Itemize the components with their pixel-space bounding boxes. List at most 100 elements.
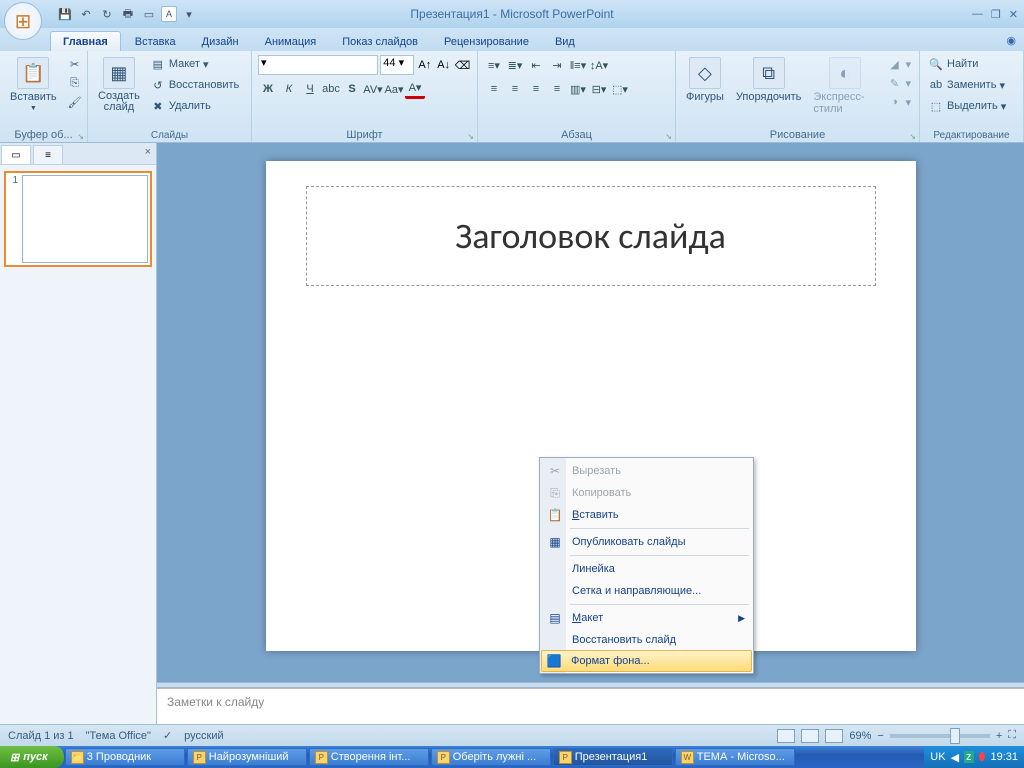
office-button[interactable] xyxy=(4,2,42,40)
indent-dec-button[interactable]: ⇤ xyxy=(526,55,546,75)
align-text-button[interactable]: ⊟▾ xyxy=(589,79,609,99)
title-placeholder[interactable]: Заголовок слайда xyxy=(306,186,876,286)
shape-fill-button[interactable]: ◢▾ xyxy=(884,55,913,73)
slides-tab[interactable]: ▭ xyxy=(1,145,31,164)
menu-ruler[interactable]: Линейка xyxy=(542,558,751,580)
qat-a-icon[interactable]: A xyxy=(161,6,177,22)
indent-inc-button[interactable]: ⇥ xyxy=(547,55,567,75)
reset-button[interactable]: ↺Восстановить xyxy=(148,76,241,94)
slide-thumbnail-1[interactable]: 1 xyxy=(4,171,152,267)
taskbar-item-1[interactable]: PНайрозумніший xyxy=(187,748,307,766)
tab-insert[interactable]: Вставка xyxy=(123,32,188,51)
slideshow-view-button[interactable] xyxy=(825,729,843,743)
font-size-combo[interactable]: 44 ▾ xyxy=(380,55,414,75)
menu-publish[interactable]: ▦Опубликовать слайды xyxy=(542,531,751,553)
shape-effects-button[interactable]: ◑▾ xyxy=(884,93,913,111)
new-slide-button[interactable]: ▦ Создать слайд xyxy=(94,55,144,115)
numbering-button[interactable]: ≣▾ xyxy=(505,55,525,75)
tab-review[interactable]: Рецензирование xyxy=(432,32,541,51)
find-button[interactable]: 🔍Найти xyxy=(926,55,1008,73)
shadow-button[interactable]: S xyxy=(342,79,362,99)
tab-view[interactable]: Вид xyxy=(543,32,587,51)
dialog-launcher-icon[interactable]: ↘ xyxy=(77,132,84,141)
smartart-button[interactable]: ⬚▾ xyxy=(610,79,630,99)
tray-time[interactable]: 19:31 xyxy=(990,751,1018,763)
taskbar-item-5[interactable]: WТЕМА - Microso... xyxy=(675,748,795,766)
maximize-button[interactable]: ❐ xyxy=(991,8,1001,21)
taskbar-item-4[interactable]: PПрезентация1 xyxy=(553,748,673,766)
tray-icon[interactable]: z xyxy=(964,751,974,763)
dialog-launcher-icon[interactable]: ↘ xyxy=(467,132,474,141)
columns-button[interactable]: ▥▾ xyxy=(568,79,588,99)
cut-button[interactable]: ✂ xyxy=(65,55,85,73)
menu-reset[interactable]: Восстановить слайд xyxy=(542,629,751,651)
quick-styles-button[interactable]: ◐Экспресс-стили xyxy=(809,55,880,117)
justify-button[interactable]: ≡ xyxy=(547,79,567,99)
shrink-font-button[interactable]: A↓ xyxy=(435,55,452,75)
zoom-in-button[interactable]: + xyxy=(996,730,1002,742)
tray-icon[interactable]: ◀ xyxy=(951,751,959,764)
print-icon[interactable]: 🖶 xyxy=(119,5,137,23)
status-lang[interactable]: русский xyxy=(184,730,223,742)
bold-button[interactable]: Ж xyxy=(258,79,278,99)
taskbar-item-0[interactable]: 📁3 Проводник xyxy=(65,748,185,766)
case-button[interactable]: Aa▾ xyxy=(384,79,404,99)
align-center-button[interactable]: ≡ xyxy=(505,79,525,99)
undo-icon[interactable]: ↶ xyxy=(77,5,95,23)
tab-home[interactable]: Главная xyxy=(50,31,121,51)
tab-animation[interactable]: Анимация xyxy=(253,32,329,51)
shape-outline-button[interactable]: ✎▾ xyxy=(884,74,913,92)
zoom-level[interactable]: 69% xyxy=(849,730,871,742)
zoom-slider[interactable] xyxy=(890,734,990,738)
dialog-launcher-icon[interactable]: ↘ xyxy=(665,132,672,141)
grow-font-button[interactable]: A↑ xyxy=(416,55,433,75)
select-button[interactable]: ⬚Выделить ▾ xyxy=(926,97,1008,115)
fit-button[interactable]: ⛶ xyxy=(1008,729,1016,742)
help-icon[interactable]: ◉ xyxy=(998,30,1024,51)
tray-lang[interactable]: UK xyxy=(930,751,945,763)
dialog-launcher-icon[interactable]: ↘ xyxy=(909,132,916,141)
delete-button[interactable]: ✖Удалить xyxy=(148,97,241,115)
menu-grid[interactable]: Сетка и направляющие... xyxy=(542,580,751,602)
font-name-combo[interactable]: ▾ xyxy=(258,55,378,75)
redo-icon[interactable]: ↻ xyxy=(98,5,116,23)
bullets-button[interactable]: ≡▾ xyxy=(484,55,504,75)
text-direction-button[interactable]: ↕A▾ xyxy=(589,55,609,75)
tab-design[interactable]: Дизайн xyxy=(190,32,251,51)
outline-tab[interactable]: ≡ xyxy=(33,145,63,164)
save-icon[interactable]: 💾 xyxy=(56,5,74,23)
clear-format-button[interactable]: ⌫ xyxy=(454,55,471,75)
zoom-out-button[interactable]: − xyxy=(877,730,883,742)
normal-view-button[interactable] xyxy=(777,729,795,743)
copy-button[interactable]: ⎘ xyxy=(65,74,85,92)
font-color-button[interactable]: A▾ xyxy=(405,79,425,99)
sorter-view-button[interactable] xyxy=(801,729,819,743)
notes-pane[interactable]: Заметки к слайду xyxy=(157,688,1024,724)
layout-button[interactable]: ▤Макет ▾ xyxy=(148,55,241,73)
menu-format-background[interactable]: 🟦Формат фона... xyxy=(541,650,752,672)
underline-button[interactable]: Ч xyxy=(300,79,320,99)
spacing-button[interactable]: AV▾ xyxy=(363,79,383,99)
align-left-button[interactable]: ≡ xyxy=(484,79,504,99)
replace-button[interactable]: abЗаменить ▾ xyxy=(926,76,1008,94)
tray-icon[interactable]: ⬮ xyxy=(979,751,986,764)
format-painter-button[interactable]: 🖌 xyxy=(65,93,85,111)
tab-slideshow[interactable]: Показ слайдов xyxy=(330,32,430,51)
menu-layout[interactable]: ▤Макет▶ xyxy=(542,607,751,629)
qat-more-icon[interactable]: ▾ xyxy=(180,5,198,23)
align-right-button[interactable]: ≡ xyxy=(526,79,546,99)
arrange-button[interactable]: ⧉Упорядочить xyxy=(732,55,805,105)
minimize-button[interactable]: — xyxy=(972,8,983,21)
paste-button[interactable]: 📋 Вставить ▼ xyxy=(6,55,61,114)
menu-paste[interactable]: 📋Вставить xyxy=(542,504,751,526)
new-icon[interactable]: ▭ xyxy=(140,5,158,23)
start-button[interactable]: ⊞пуск xyxy=(0,746,64,768)
close-button[interactable]: ✕ xyxy=(1009,8,1018,21)
panel-close-icon[interactable]: × xyxy=(140,143,156,164)
italic-button[interactable]: К xyxy=(279,79,299,99)
shapes-button[interactable]: ◇Фигуры xyxy=(682,55,728,105)
strike-button[interactable]: abc xyxy=(321,79,341,99)
line-spacing-button[interactable]: ‖≡▾ xyxy=(568,55,588,75)
taskbar-item-2[interactable]: PСтворення інт... xyxy=(309,748,429,766)
taskbar-item-3[interactable]: PОберіть лужні ... xyxy=(431,748,551,766)
